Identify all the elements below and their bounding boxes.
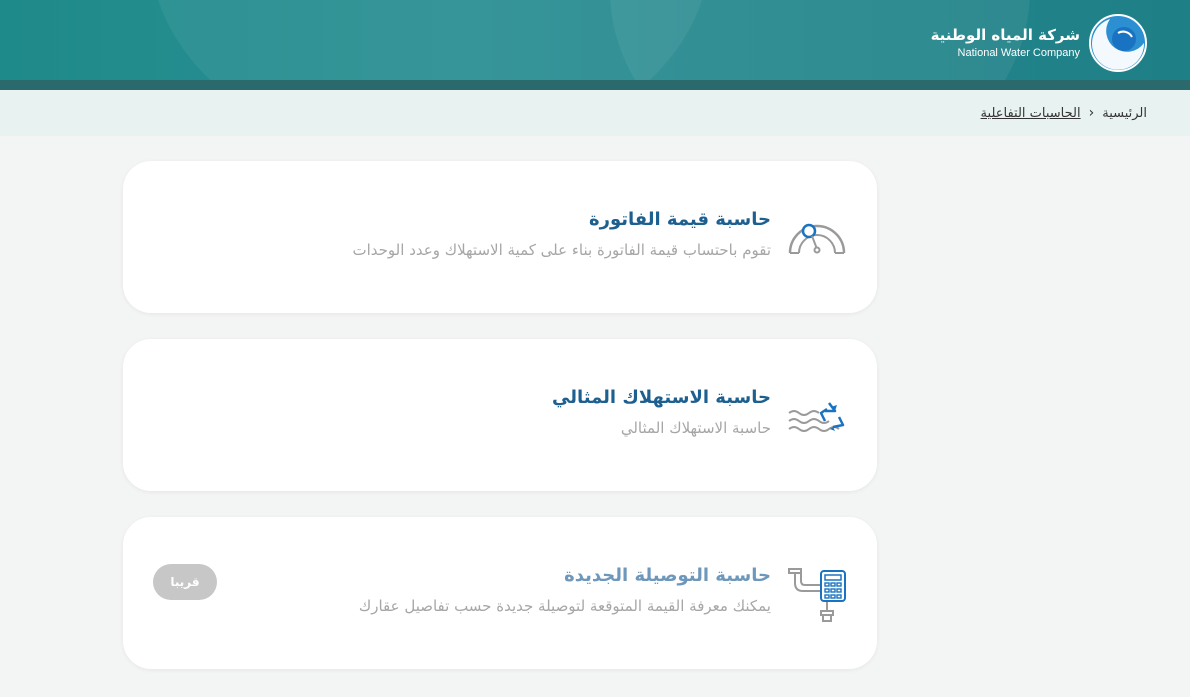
logo-english-name: National Water Company	[957, 47, 1080, 59]
card-description: تقوم باحتساب قيمة الفاتورة بناء على كمية…	[352, 241, 772, 259]
water-drop-logo-icon	[1089, 14, 1147, 72]
bill-calculator-card[interactable]: حاسبة قيمة الفاتورة تقوم باحتساب قيمة ال…	[123, 161, 877, 313]
recycle-water-icon	[788, 402, 845, 432]
site-header: شركة المياه الوطنية National Water Compa…	[0, 0, 1190, 90]
card-title: حاسبة التوصيلة الجديدة	[564, 565, 771, 586]
coming-soon-badge: قريبا	[153, 564, 217, 600]
breadcrumb-home-link[interactable]: الرئيسية	[1102, 106, 1147, 121]
logo-text: شركة المياه الوطنية National Water Compa…	[931, 26, 1080, 60]
breadcrumb-current-link[interactable]: الحاسبات التفاعلية	[981, 106, 1081, 121]
company-logo[interactable]: شركة المياه الوطنية National Water Compa…	[931, 13, 1148, 73]
logo-arabic-name: شركة المياه الوطنية	[930, 26, 1080, 44]
card-description: حاسبة الاستهلاك المثالي	[620, 419, 771, 437]
card-title: حاسبة قيمة الفاتورة	[588, 209, 771, 230]
card-description: يمكنك معرفة القيمة المتوقعة لتوصيلة جديد…	[358, 597, 771, 615]
chevron-left-icon: ‹	[1088, 105, 1095, 121]
header-band	[0, 80, 1190, 90]
new-connection-card[interactable]: قريبا حاسبة التوصيلة الجديدة يمكنك معرفة…	[123, 517, 877, 669]
gauge-icon	[788, 223, 846, 254]
card-title: حاسبة الاستهلاك المثالي	[552, 387, 771, 408]
breadcrumb: الرئيسية ‹ الحاسبات التفاعلية	[0, 90, 1190, 136]
pipe-calculator-icon	[788, 568, 846, 622]
ideal-consumption-card[interactable]: حاسبة الاستهلاك المثالي حاسبة الاستهلاك …	[123, 339, 877, 491]
